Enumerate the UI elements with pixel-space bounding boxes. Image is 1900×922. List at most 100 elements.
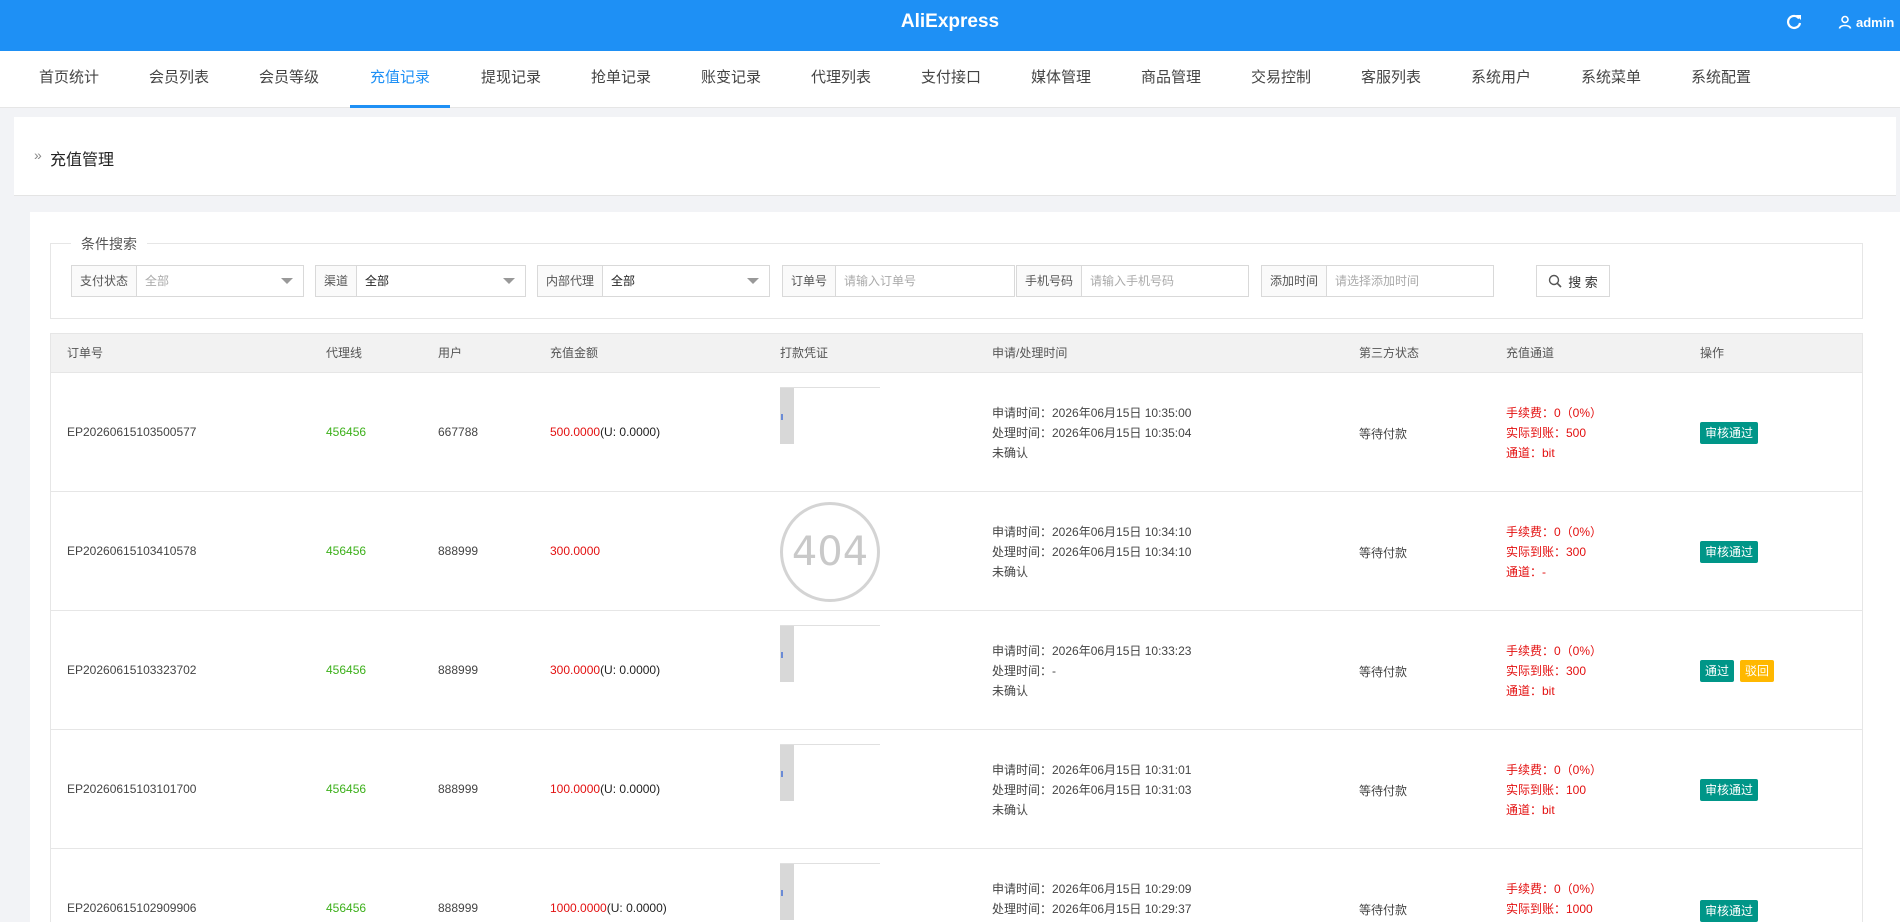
phone-input[interactable] <box>1082 266 1254 296</box>
fee: 手续费：0（0%） <box>1506 406 1603 420</box>
search-button[interactable]: 搜 索 <box>1536 265 1610 297</box>
fee: 手续费：0（0%） <box>1506 763 1603 777</box>
tab-members[interactable]: 会员列表 <box>130 51 228 108</box>
tab-media[interactable]: 媒体管理 <box>1012 51 1110 108</box>
payment-proof-image[interactable] <box>780 744 880 804</box>
pass-button[interactable]: 通过 <box>1700 660 1735 682</box>
channel-info: 手续费：0（0%） 实际到账：300 通道：- <box>1506 522 1602 582</box>
amount-value: 300.0000 <box>550 663 601 677</box>
content-panel: 条件搜索 支付状态 全部 渠道 全部 内部代理 全部 订单号 手机号码 添加时间 <box>30 212 1900 922</box>
agent-line: 456456 <box>326 544 367 558</box>
reject-button[interactable]: 驳回 <box>1740 660 1775 682</box>
tab-agents[interactable]: 代理列表 <box>792 51 890 108</box>
row-actions: 审核通过 <box>1700 900 1764 922</box>
pay-status-label: 支付状态 <box>72 266 138 296</box>
main-nav: 首页统计 会员列表 会员等级 充值记录 提现记录 抢单记录 账变记录 代理列表 … <box>0 51 1900 108</box>
payment-proof-image[interactable] <box>780 863 880 922</box>
add-time-field[interactable]: 添加时间 <box>1261 265 1499 297</box>
add-time-input[interactable] <box>1327 266 1499 296</box>
third-party-status: 等待付款 <box>1359 784 1408 798</box>
third-party-status: 等待付款 <box>1359 546 1408 560</box>
tab-trade-control[interactable]: 交易控制 <box>1232 51 1330 108</box>
approve-button[interactable]: 审核通过 <box>1700 900 1759 922</box>
add-time-label: 添加时间 <box>1262 266 1328 296</box>
row-actions: 审核通过 <box>1700 541 1764 563</box>
channel-info: 手续费：0（0%） 实际到账：300 通道：bit <box>1506 641 1602 701</box>
third-party-status: 等待付款 <box>1359 665 1408 679</box>
table-row: EP20260615102909906 456456 888999 1000.0… <box>51 849 1862 922</box>
col-order-no: 订单号 <box>67 346 104 360</box>
agent-label: 内部代理 <box>538 266 604 296</box>
agent-select[interactable]: 内部代理 全部 <box>537 265 770 297</box>
channel-info: 手续费：0（0%） 实际到账：100 通道：bit <box>1506 760 1602 820</box>
order-no-field[interactable]: 订单号 <box>782 265 1015 297</box>
amount-value: 1000.0000 <box>550 901 607 915</box>
table-row: EP20260615103323702 456456 888999 300.00… <box>51 611 1862 730</box>
approve-button[interactable]: 审核通过 <box>1700 422 1759 444</box>
usdt-value: (U: 0.0000) <box>600 782 661 796</box>
search-icon <box>1548 274 1562 288</box>
tab-payment-api[interactable]: 支付接口 <box>902 51 1000 108</box>
tab-customer-service[interactable]: 客服列表 <box>1342 51 1440 108</box>
order-no: EP20260615102909906 <box>67 901 197 915</box>
tab-withdraw-records[interactable]: 提现记录 <box>462 51 560 108</box>
payment-proof-image[interactable] <box>780 387 880 447</box>
col-third-status: 第三方状态 <box>1359 346 1420 360</box>
double-chevron-icon: » <box>34 147 42 163</box>
phone-field[interactable]: 手机号码 <box>1016 265 1254 297</box>
apply-time: 申请时间：2026年06月15日 10:34:10 <box>992 525 1192 539</box>
col-proof: 打款凭证 <box>780 346 829 360</box>
time-info: 申请时间：2026年06月15日 10:31:01 处理时间：2026年06月1… <box>992 760 1191 820</box>
actual-amount: 实际到账：1000 <box>1506 902 1593 916</box>
table-row: EP20260615103500577 456456 667788 500.00… <box>51 373 1862 492</box>
amount: 100.0000(U: 0.0000) <box>550 782 660 796</box>
channel-value: 全部 <box>365 274 390 288</box>
tab-dashboard[interactable]: 首页统计 <box>20 51 118 108</box>
approve-button[interactable]: 审核通过 <box>1700 779 1759 801</box>
process-time: 处理时间：2026年06月15日 10:31:03 <box>992 783 1192 797</box>
chevron-down-icon <box>281 278 293 284</box>
agent-value: 全部 <box>611 274 636 288</box>
tab-system-users[interactable]: 系统用户 <box>1452 51 1550 108</box>
channel-info: 手续费：0（0%） 实际到账：1000 <box>1506 879 1602 919</box>
usdt-value: (U: 0.0000) <box>600 663 661 677</box>
table-row: EP20260615103410578 456456 888999 300.00… <box>51 492 1862 611</box>
missing-image-404-icon[interactable]: 404 <box>780 502 880 602</box>
usdt-value: (U: 0.0000) <box>606 901 667 915</box>
agent-line: 456456 <box>326 901 367 915</box>
tab-system-menu[interactable]: 系统菜单 <box>1562 51 1660 108</box>
payment-proof-image[interactable] <box>780 625 880 685</box>
table-header: 订单号 代理线 用户 充值金额 打款凭证 申请/处理时间 第三方状态 充值通道 … <box>51 334 1862 373</box>
order-no-input[interactable] <box>836 266 1014 296</box>
apply-time: 申请时间：2026年06月15日 10:35:00 <box>992 406 1192 420</box>
recharge-table: 订单号 代理线 用户 充值金额 打款凭证 申请/处理时间 第三方状态 充值通道 … <box>50 333 1863 922</box>
refresh-icon[interactable] <box>1784 12 1804 32</box>
tab-products[interactable]: 商品管理 <box>1122 51 1220 108</box>
tab-recharge-records[interactable]: 充值记录 <box>350 51 450 108</box>
user-id: 667788 <box>438 425 479 439</box>
process-time: 处理时间：2026年06月15日 10:29:37 <box>992 902 1192 916</box>
user-icon <box>1838 15 1852 29</box>
col-channel: 充值通道 <box>1506 346 1555 360</box>
user-id: 888999 <box>438 901 479 915</box>
agent-line: 456456 <box>326 782 367 796</box>
order-no: EP20260615103323702 <box>67 663 197 677</box>
user-menu[interactable]: admin <box>1838 12 1894 32</box>
apply-time: 申请时间：2026年06月15日 10:29:09 <box>992 882 1192 896</box>
order-no: EP20260615103101700 <box>67 782 197 796</box>
user-id: 888999 <box>438 663 479 677</box>
pay-status-select[interactable]: 支付状态 全部 <box>71 265 304 297</box>
actual-amount: 实际到账：300 <box>1506 664 1587 678</box>
tab-system-config[interactable]: 系统配置 <box>1672 51 1770 108</box>
tab-order-grab-records[interactable]: 抢单记录 <box>572 51 670 108</box>
tab-member-levels[interactable]: 会员等级 <box>240 51 338 108</box>
time-info: 申请时间：2026年06月15日 10:33:23 处理时间：- 未确认 <box>992 641 1191 701</box>
chevron-down-icon <box>747 278 759 284</box>
channel-label: 渠道 <box>316 266 358 296</box>
approve-button[interactable]: 审核通过 <box>1700 541 1759 563</box>
time-info: 申请时间：2026年06月15日 10:34:10 处理时间：2026年06月1… <box>992 522 1191 582</box>
channel-select[interactable]: 渠道 全部 <box>315 265 526 297</box>
process-time: 处理时间：2026年06月15日 10:35:04 <box>992 426 1192 440</box>
tab-account-changes[interactable]: 账变记录 <box>682 51 780 108</box>
pay-status-value: 全部 <box>145 274 170 288</box>
